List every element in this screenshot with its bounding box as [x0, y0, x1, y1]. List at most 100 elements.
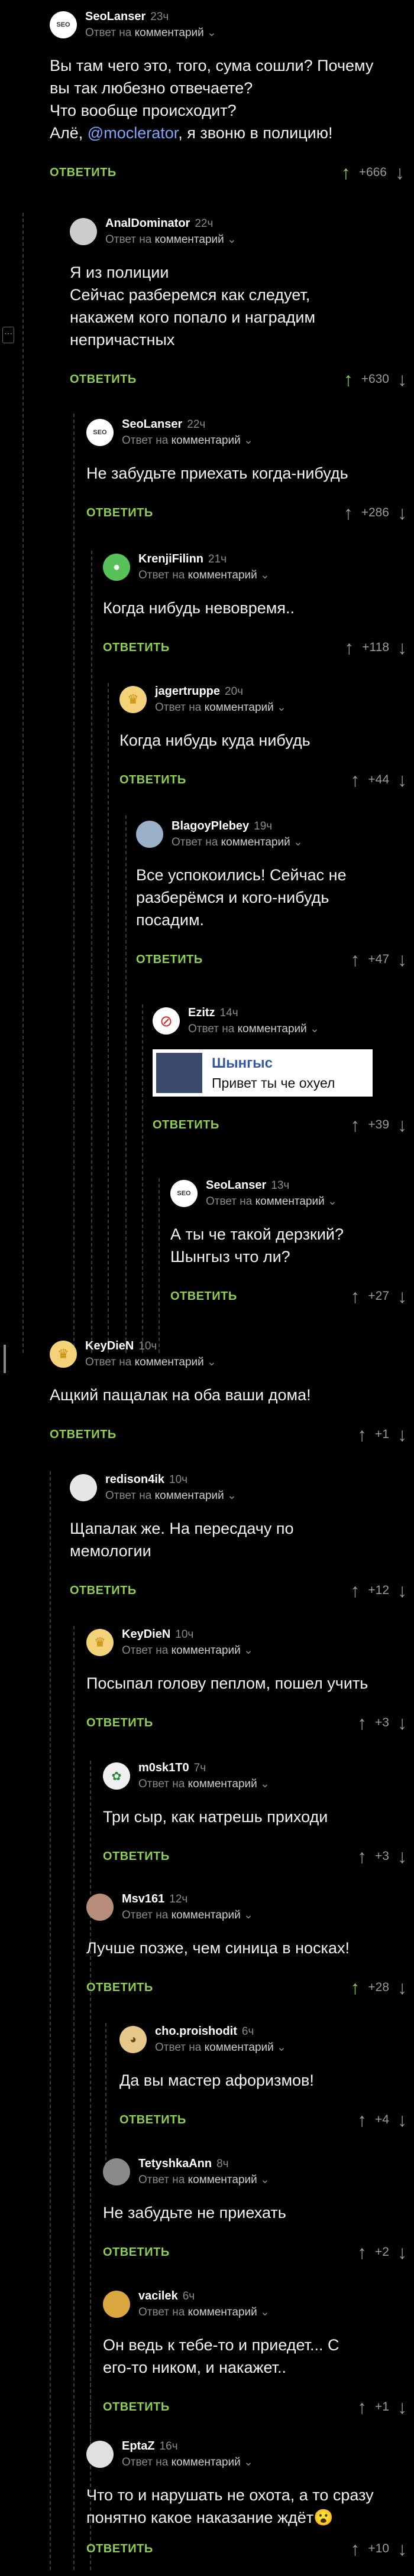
reply-button[interactable]: ОТВЕТИТЬ	[119, 2113, 186, 2127]
reply-button[interactable]: ОТВЕТИТЬ	[103, 2246, 170, 2259]
chevron-down-icon[interactable]: ⌄	[244, 2456, 253, 2468]
arrow-up-icon[interactable]: ↑	[350, 770, 360, 789]
username[interactable]: SeoLanser	[206, 1179, 266, 1192]
chevron-down-icon[interactable]: ⌄	[260, 1778, 270, 1790]
arrow-up-icon[interactable]: ↑	[350, 950, 360, 969]
chevron-down-icon[interactable]: ⌄	[277, 701, 286, 714]
arrow-up-icon[interactable]: ↑	[350, 1581, 360, 1600]
reply-button[interactable]: ОТВЕТИТЬ	[70, 373, 137, 386]
username[interactable]: Ezitz	[188, 1006, 215, 1019]
arrow-down-icon[interactable]: ↓	[397, 1287, 407, 1306]
avatar[interactable]: ◕	[119, 2026, 147, 2053]
arrow-up-icon[interactable]: ↑	[341, 163, 351, 182]
username[interactable]: KrenjiFilinn	[138, 552, 203, 565]
reply-target-link[interactable]: комментарий	[188, 1778, 257, 1790]
reply-target-link[interactable]: комментарий	[172, 1644, 241, 1657]
reply-button[interactable]: ОТВЕТИТЬ	[170, 1290, 237, 1303]
reply-target-link[interactable]: комментарий	[205, 701, 274, 714]
arrow-up-icon[interactable]: ↑	[350, 1978, 360, 1997]
arrow-up-icon[interactable]: ↑	[357, 1713, 367, 1732]
chevron-down-icon[interactable]: ⌄	[244, 434, 253, 447]
reply-target-link[interactable]: комментарий	[172, 2456, 241, 2468]
chevron-down-icon[interactable]: ⌄	[260, 2174, 270, 2186]
arrow-down-icon[interactable]: ↓	[397, 2110, 407, 2129]
arrow-down-icon[interactable]: ↓	[397, 770, 407, 789]
reply-button[interactable]: ОТВЕТИТЬ	[86, 2542, 153, 2556]
arrow-down-icon[interactable]: ↓	[397, 1115, 407, 1134]
collapse-thread-icon[interactable]: ⋯	[2, 327, 14, 343]
arrow-up-icon[interactable]: ↑	[344, 370, 353, 389]
reply-button[interactable]: ОТВЕТИТЬ	[70, 1584, 137, 1598]
reply-target-link[interactable]: комментарий	[172, 1909, 241, 1921]
reply-target-link[interactable]: комментарий	[135, 1356, 204, 1368]
chevron-down-icon[interactable]: ⌄	[310, 1023, 319, 1035]
username[interactable]: EptaZ	[122, 2440, 155, 2453]
chevron-down-icon[interactable]: ⌄	[227, 233, 237, 246]
arrow-down-icon[interactable]: ↓	[397, 1581, 407, 1600]
reply-target-link[interactable]: комментарий	[155, 233, 224, 246]
chevron-down-icon[interactable]: ⌄	[207, 1356, 216, 1368]
reply-target-link[interactable]: комментарий	[238, 1023, 307, 1035]
arrow-down-icon[interactable]: ↓	[395, 163, 405, 182]
reply-button[interactable]: ОТВЕТИТЬ	[103, 2401, 170, 2414]
username[interactable]: AnalDominator	[105, 217, 190, 230]
avatar[interactable]: SEO	[86, 419, 114, 446]
chevron-down-icon[interactable]: ⌄	[227, 1489, 237, 1502]
reply-target-link[interactable]: комментарий	[255, 1195, 325, 1208]
avatar[interactable]: SEO	[50, 11, 77, 38]
arrow-down-icon[interactable]: ↓	[397, 638, 407, 657]
username[interactable]: m0sk1T0	[138, 1761, 189, 1774]
arrow-down-icon[interactable]: ↓	[397, 1847, 407, 1866]
arrow-up-icon[interactable]: ↑	[350, 1287, 360, 1306]
reply-button[interactable]: ОТВЕТИТЬ	[50, 166, 117, 180]
arrow-up-icon[interactable]: ↑	[350, 2539, 360, 2558]
avatar[interactable]	[70, 1474, 97, 1501]
arrow-up-icon[interactable]: ↑	[344, 638, 354, 657]
reply-button[interactable]: ОТВЕТИТЬ	[103, 1850, 170, 1863]
reply-target-link[interactable]: комментарий	[188, 2306, 257, 2318]
arrow-down-icon[interactable]: ↓	[397, 370, 407, 389]
arrow-up-icon[interactable]: ↑	[357, 1425, 367, 1444]
username[interactable]: cho.proishodit	[155, 2025, 237, 2038]
avatar[interactable]	[136, 821, 163, 848]
reply-target-link[interactable]: комментарий	[188, 569, 257, 581]
chevron-down-icon[interactable]: ⌄	[244, 1909, 253, 1921]
reply-button[interactable]: ОТВЕТИТЬ	[153, 1118, 219, 1132]
reply-target-link[interactable]: комментарий	[221, 836, 290, 848]
username[interactable]: TetyshkaAnn	[138, 2157, 212, 2170]
arrow-down-icon[interactable]: ↓	[397, 503, 407, 522]
username[interactable]: SeoLanser	[122, 418, 182, 431]
username[interactable]: SeoLanser	[85, 10, 145, 23]
reply-button[interactable]: ОТВЕТИТЬ	[86, 1716, 153, 1730]
arrow-up-icon[interactable]: ↑	[357, 2243, 367, 2262]
arrow-down-icon[interactable]: ↓	[397, 950, 407, 969]
arrow-up-icon[interactable]: ↑	[350, 1115, 360, 1134]
chevron-down-icon[interactable]: ⌄	[244, 1644, 253, 1657]
embedded-image[interactable]: Шынгыс Привет ты че охуел	[153, 1049, 373, 1097]
chevron-down-icon[interactable]: ⌄	[328, 1195, 337, 1208]
chevron-down-icon[interactable]: ⌄	[293, 836, 303, 848]
avatar[interactable]: ♛	[50, 1341, 77, 1368]
arrow-down-icon[interactable]: ↓	[397, 2398, 407, 2416]
avatar[interactable]: ●	[103, 554, 130, 581]
chevron-down-icon[interactable]: ⌄	[260, 2306, 270, 2318]
avatar[interactable]: ♛	[86, 1629, 114, 1656]
reply-target-link[interactable]: комментарий	[155, 1489, 224, 1502]
reply-target-link[interactable]: комментарий	[135, 27, 204, 39]
avatar[interactable]	[103, 2158, 130, 2185]
arrow-down-icon[interactable]: ↓	[397, 1713, 407, 1732]
reply-button[interactable]: ОТВЕТИТЬ	[136, 953, 203, 967]
arrow-up-icon[interactable]: ↑	[357, 2398, 367, 2416]
username[interactable]: jagertruppe	[155, 685, 220, 698]
username[interactable]: redison4ik	[105, 1473, 164, 1486]
username[interactable]: KeyDieN	[85, 1339, 134, 1352]
avatar[interactable]: SEO	[170, 1180, 198, 1207]
reply-target-link[interactable]: комментарий	[205, 2041, 274, 2054]
chevron-down-icon[interactable]: ⌄	[277, 2041, 286, 2054]
arrow-down-icon[interactable]: ↓	[397, 1978, 407, 1997]
arrow-down-icon[interactable]: ↓	[397, 2539, 407, 2558]
arrow-down-icon[interactable]: ↓	[397, 1425, 407, 1444]
avatar[interactable]	[70, 218, 97, 245]
arrow-up-icon[interactable]: ↑	[357, 1847, 367, 1866]
username[interactable]: vacilek	[138, 2289, 178, 2302]
